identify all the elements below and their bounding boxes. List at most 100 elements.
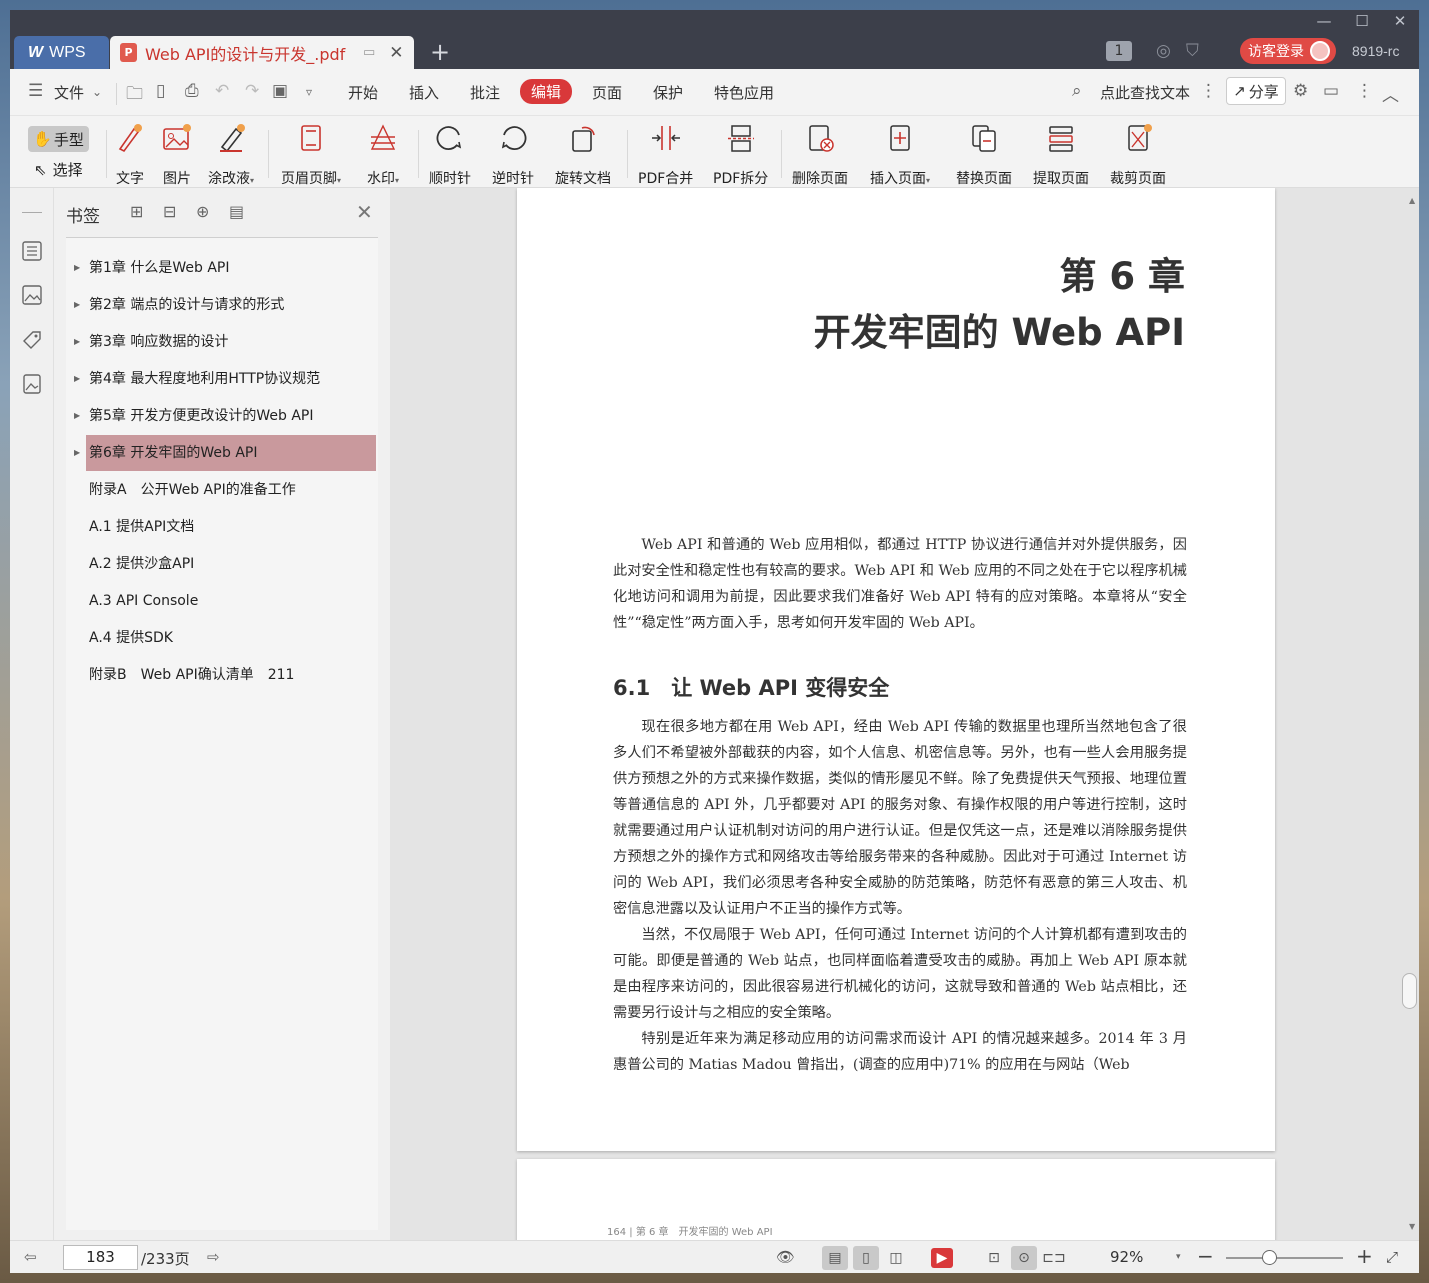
search-icon[interactable]: ⌕	[1072, 81, 1082, 101]
menu-special-apps[interactable]: 特色应用	[714, 82, 774, 103]
zoom-in-icon[interactable]: +	[1356, 1244, 1373, 1268]
menu-insert[interactable]: 插入	[409, 82, 439, 103]
actual-size-icon[interactable]: ⊡	[981, 1246, 1007, 1270]
expand-all-icon[interactable]: ⊞	[130, 202, 143, 221]
window-count-badge[interactable]: 1	[1106, 41, 1132, 61]
zoom-slider-knob[interactable]	[1262, 1250, 1278, 1265]
expand-arrow-icon[interactable]: ▶	[74, 361, 80, 397]
print-icon[interactable]: ⎙	[185, 81, 199, 101]
bookmark-item[interactable]: 附录A 公开Web API的准备工作	[86, 472, 376, 508]
expand-arrow-icon[interactable]: ▶	[74, 250, 80, 286]
tab-document[interactable]: P Web API的设计与开发_.pdf ▭ ✕	[110, 36, 414, 69]
expand-arrow-icon[interactable]: ▶	[74, 287, 80, 323]
header-footer-button[interactable]: 页眉页脚▾	[281, 122, 341, 188]
redo-icon[interactable]: ↷	[245, 81, 259, 101]
chevron-down-icon[interactable]: ⌄	[92, 85, 102, 99]
close-tab-icon[interactable]: ✕	[389, 43, 403, 63]
edit-text-button[interactable]: 文字	[114, 122, 146, 188]
expand-arrow-icon[interactable]: ▶	[74, 324, 80, 360]
rotate-clockwise-button[interactable]: 顺时针	[429, 122, 471, 188]
bookmark-item[interactable]: 第4章 最大程度地利用HTTP协议规范	[86, 361, 376, 397]
export-image-icon[interactable]: ▣	[272, 81, 288, 101]
menu-edit[interactable]: 编辑	[520, 79, 573, 104]
watermark-button[interactable]: 水印▾	[367, 122, 399, 188]
skin-icon[interactable]: ◎	[1156, 38, 1171, 64]
bookmark-list-icon[interactable]	[21, 240, 43, 262]
more-options-icon[interactable]: ⋮	[1356, 81, 1373, 101]
crop-page-button[interactable]: 裁剪页面	[1110, 122, 1166, 188]
play-slideshow-icon[interactable]: ▶	[931, 1248, 953, 1268]
replace-page-button[interactable]: 替换页面	[956, 122, 1012, 188]
close-panel-icon[interactable]: ✕	[356, 200, 373, 224]
share-button[interactable]: ↗ 分享	[1226, 77, 1286, 105]
expand-arrow-icon[interactable]: ▶	[74, 435, 80, 471]
bookmark-item[interactable]: A.4 提供SDK	[86, 620, 376, 656]
tab-wps-home[interactable]: W WPS	[14, 36, 109, 69]
pdf-merge-button[interactable]: PDF合并	[638, 122, 693, 188]
zoom-level[interactable]: 92%	[1110, 1248, 1143, 1266]
expand-arrow-icon[interactable]: ▶	[74, 398, 80, 434]
bookmark-options-icon[interactable]: ▤	[229, 202, 244, 221]
bookmark-item[interactable]: A.1 提供API文档	[86, 509, 376, 545]
bookmark-item[interactable]: 第2章 端点的设计与请求的形式	[86, 287, 376, 323]
menu-annotate[interactable]: 批注	[470, 82, 500, 103]
image-extract-icon[interactable]	[21, 373, 43, 395]
thumbnail-icon[interactable]	[21, 284, 43, 306]
new-tab-button[interactable]: +	[430, 38, 450, 66]
hamburger-menu-icon[interactable]: ☰	[28, 81, 43, 101]
save-icon[interactable]: ▯	[156, 81, 165, 101]
menu-protect[interactable]: 保护	[653, 82, 683, 103]
settings-gear-icon[interactable]: ⚙	[1293, 81, 1308, 101]
delete-page-button[interactable]: 删除页面	[792, 122, 848, 188]
minimize-button[interactable]: —	[1306, 12, 1342, 32]
correction-fluid-button[interactable]: 涂改液▾	[208, 122, 254, 188]
vertical-scrollbar[interactable]: ▲ ▼	[1408, 196, 1418, 1236]
eye-protection-icon[interactable]: 👁	[776, 1248, 795, 1266]
pdf-split-button[interactable]: PDF拆分	[713, 122, 768, 188]
add-bookmark-icon[interactable]: ⊕	[196, 202, 209, 221]
bookmark-item[interactable]: 附录B Web API确认清单 211	[86, 657, 376, 693]
rotate-counterclockwise-button[interactable]: 逆时针	[492, 122, 534, 188]
menu-start[interactable]: 开始	[348, 82, 378, 103]
zoom-dropdown-icon[interactable]: ▾	[1176, 1252, 1181, 1262]
previous-page-icon[interactable]: ⇦	[24, 1248, 37, 1266]
zoom-out-icon[interactable]: −	[1197, 1244, 1214, 1268]
document-viewport[interactable]: 第 6 章 开发牢固的 Web API Web API 和普通的 Web 应用相…	[390, 188, 1419, 1240]
bookmark-item[interactable]: A.2 提供沙盒API	[86, 546, 376, 582]
bookmark-item[interactable]: 第6章 开发牢固的Web API	[86, 435, 376, 471]
fullscreen-icon[interactable]: ⤢	[1386, 1248, 1398, 1266]
edit-image-button[interactable]: 图片	[161, 122, 193, 188]
next-page-icon[interactable]: ⇨	[207, 1248, 220, 1266]
close-window-button[interactable]: ✕	[1382, 12, 1418, 32]
rotate-document-button[interactable]: 旋转文档	[555, 122, 611, 188]
collapse-ribbon-icon[interactable]: ︿	[1382, 81, 1399, 106]
open-folder-icon[interactable]: 🗀	[126, 81, 143, 110]
select-tool-button[interactable]: ⇖ 选择	[34, 159, 83, 180]
guest-login-button[interactable]: 访客登录	[1240, 38, 1336, 64]
file-menu[interactable]: 文件	[54, 82, 84, 103]
extract-page-button[interactable]: 提取页面	[1033, 122, 1089, 188]
single-page-icon[interactable]: ▯	[853, 1246, 879, 1270]
continuous-view-icon[interactable]: ▤	[822, 1246, 848, 1270]
two-page-icon[interactable]: ◫	[883, 1246, 909, 1270]
zoom-slider-track[interactable]	[1226, 1257, 1343, 1259]
bookmark-item[interactable]: 第1章 什么是Web API	[86, 250, 376, 286]
bookmark-item[interactable]: 第3章 响应数据的设计	[86, 324, 376, 360]
undo-icon[interactable]: ↶	[215, 81, 229, 101]
search-text-field[interactable]: 点此查找文本	[1100, 82, 1190, 103]
quick-access-more-icon[interactable]: ▿	[306, 85, 312, 99]
hand-tool-button[interactable]: ✋ 手型	[28, 126, 89, 152]
fit-width-icon[interactable]: ⊏⊐	[1041, 1246, 1067, 1270]
pin-tab-icon[interactable]: ▭	[363, 45, 375, 60]
shirt-icon[interactable]: ⛉	[1186, 38, 1199, 64]
comment-icon[interactable]: ▭	[1323, 81, 1339, 101]
fit-page-icon[interactable]: ⊙	[1011, 1246, 1037, 1270]
maximize-button[interactable]: ☐	[1344, 12, 1380, 32]
more-vertical-icon[interactable]: ⋮	[1200, 81, 1217, 101]
page-number-input[interactable]: 183	[63, 1245, 138, 1270]
annotation-tag-icon[interactable]	[21, 329, 43, 351]
bookmark-item[interactable]: A.3 API Console	[86, 583, 376, 619]
menu-page[interactable]: 页面	[592, 82, 622, 103]
collapse-all-icon[interactable]: ⊟	[163, 202, 176, 221]
insert-page-button[interactable]: 插入页面▾	[870, 122, 930, 188]
